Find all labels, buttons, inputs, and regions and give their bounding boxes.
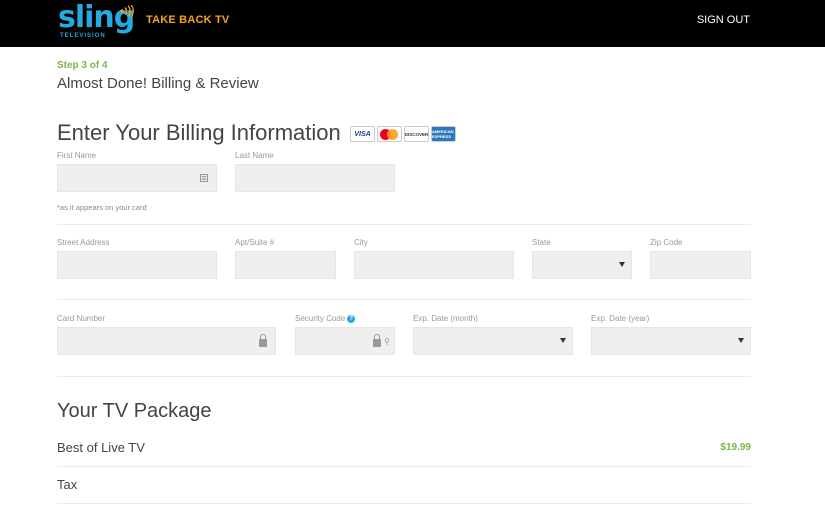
zip-code-label: Zip Code (650, 238, 683, 247)
last-name-field[interactable] (235, 164, 395, 192)
lock-icon (259, 334, 267, 347)
street-address-label: Street Address (57, 238, 110, 247)
package-section-title: Your TV Package (57, 400, 212, 422)
billing-section-title: Enter Your Billing Information (57, 120, 341, 145)
tax-label: Tax (57, 477, 78, 492)
key-icon: ⚲ (384, 337, 390, 346)
card-number-field[interactable] (57, 327, 276, 355)
package-name: Best of Live TV (57, 440, 145, 455)
state-select[interactable] (532, 251, 632, 279)
package-row: Best of Live TV $19.99 (57, 440, 751, 455)
row-divider (57, 503, 751, 504)
last-name-label: Last Name (235, 151, 274, 160)
sling-logo[interactable]: sling TELEVISION (58, 0, 135, 42)
package-row: Tax (57, 477, 751, 492)
section-divider (57, 376, 751, 377)
section-divider (57, 224, 751, 225)
package-price: $19.99 (720, 442, 751, 453)
logo-subtext: TELEVISION (60, 33, 106, 39)
page-title: Almost Done! Billing & Review (57, 75, 259, 92)
autofill-contact-icon: ≡ (200, 173, 208, 183)
step-indicator: Step 3 of 4 (57, 60, 108, 71)
chevron-down-icon (619, 262, 625, 267)
security-code-label: Security Code? (295, 314, 356, 323)
help-icon[interactable]: ? (347, 314, 356, 323)
name-hint: *as it appears on your card (57, 203, 147, 212)
apt-suite-label: Apt/Suite # (235, 238, 275, 247)
exp-year-select[interactable] (591, 327, 751, 355)
exp-month-label: Exp. Date (month) (413, 314, 478, 323)
mastercard-card-icon (377, 126, 402, 142)
chevron-down-icon (560, 338, 566, 343)
state-label: State (532, 238, 551, 247)
security-code-field[interactable]: ⚲ (295, 327, 395, 355)
top-navigation-bar: sling TELEVISION TAKE BACK TV SIGN OUT (0, 0, 825, 47)
discover-card-icon: DISCOVER (404, 126, 429, 142)
signal-waves-icon (120, 5, 134, 17)
sign-out-link[interactable]: SIGN OUT (697, 14, 750, 26)
apt-suite-field[interactable] (235, 251, 336, 279)
chevron-down-icon (738, 338, 744, 343)
first-name-field[interactable]: ≡ (57, 164, 217, 192)
city-field[interactable] (354, 251, 514, 279)
section-divider (57, 299, 751, 300)
first-name-label: First Name (57, 151, 97, 160)
accepted-cards: VISA DISCOVER AMERICAN EXPRESS (350, 126, 456, 142)
row-divider (57, 466, 751, 467)
lock-icon (373, 334, 381, 347)
card-number-label: Card Number (57, 314, 106, 323)
city-label: City (354, 238, 368, 247)
exp-year-label: Exp. Date (year) (591, 314, 650, 323)
zip-code-field[interactable] (650, 251, 751, 279)
tagline: TAKE BACK TV (146, 14, 230, 26)
street-address-field[interactable] (57, 251, 217, 279)
exp-month-select[interactable] (413, 327, 573, 355)
visa-card-icon: VISA (350, 126, 375, 142)
amex-card-icon: AMERICAN EXPRESS (431, 126, 456, 142)
